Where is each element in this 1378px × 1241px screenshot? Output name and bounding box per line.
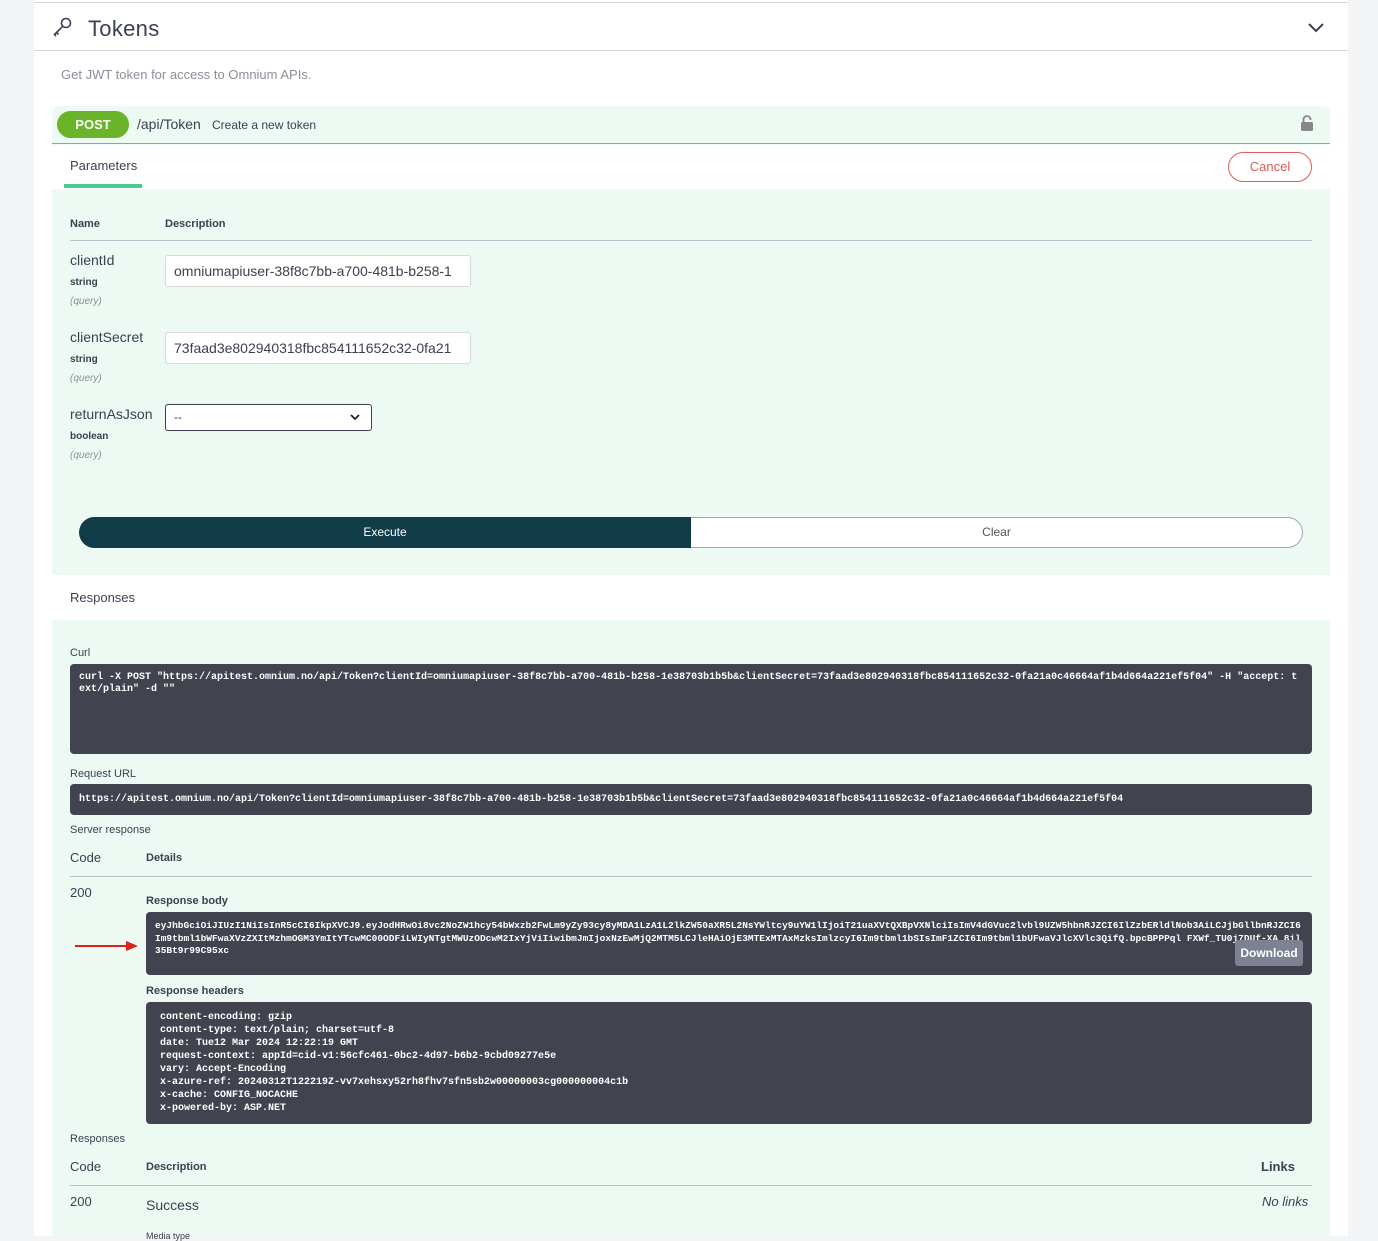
param-name-clientid: clientId [70,252,115,268]
server-details-header: Details [146,852,183,864]
responses-table-divider [70,1185,1312,1186]
response-headers[interactable]: content-encoding: gzip content-type: text… [146,1002,1312,1124]
header-line: vary: Accept-Encoding [160,1064,287,1075]
server-table-divider [70,876,1312,877]
header-line: x-powered-by: ASP.NET [160,1103,287,1114]
media-type-label: Media type [146,1231,191,1241]
chevron-down-icon[interactable] [1306,17,1326,37]
operation-block: POST /api/Token Create a new token Param… [52,106,1330,1241]
param-name-clientsecret: clientSecret [70,329,144,345]
clear-button[interactable]: Clear [691,517,1303,548]
responses-header: Responses [52,575,1330,620]
header-line: date: Tue12 Mar 2024 12:22:19 GMT [160,1038,359,1049]
cancel-button[interactable]: Cancel [1228,152,1312,182]
request-url[interactable]: https://apitest.omnium.no/api/Token?clie… [70,784,1312,815]
operation-path: /api/Token [137,116,201,132]
param-location: (query) [70,450,102,461]
header-line: x-cache: CONFIG_NOCACHE [160,1090,299,1101]
active-tab-indicator [64,184,142,188]
param-type: boolean [70,431,109,442]
param-location: (query) [70,296,102,307]
tag-description: Get JWT token for access to Omnium APIs. [61,67,312,82]
operation-summary[interactable]: POST /api/Token Create a new token [52,106,1330,144]
download-button[interactable]: Download [1235,940,1303,966]
tag-section-header[interactable]: Tokens [34,2,1348,51]
red-arrow-annotation [75,941,138,951]
param-type: string [70,277,98,288]
clientid-input[interactable]: omniumapiuser-38f8c7bb-a700-481b-b258-1 [165,255,471,287]
responses-links-header: Links [1261,1159,1295,1174]
response-links: No links [1262,1194,1309,1209]
response-body-label: Response body [146,895,228,907]
key-icon [53,17,72,37]
response-code: 200 [70,1194,92,1209]
header-line: x-azure-ref: 20240312T122219Z-vv7xehsxy5… [160,1077,629,1088]
response-body[interactable]: eyJhbGciOiJIUzI1NiIsInR5cCI6IkpXVCJ9.eyJ… [146,912,1312,975]
param-type: string [70,354,98,365]
curl-command[interactable]: curl -X POST "https://apitest.omnium.no/… [70,664,1312,754]
responses-code-header: Code [70,1159,102,1174]
request-url-label: Request URL [70,768,137,780]
header-divider [70,240,1312,241]
server-response-code: 200 [70,885,92,900]
returnasjson-select[interactable]: -- [165,404,372,431]
param-name-returnasjson: returnAsJson [70,406,153,422]
param-description-header: Description [165,218,226,230]
header-line: content-type: text/plain; charset=utf-8 [160,1025,395,1036]
method-badge: POST [57,111,129,138]
tag-title: Tokens [88,16,160,41]
operation-description: Create a new token [212,118,317,132]
chevron-down-icon [350,414,360,421]
execute-button-row: Execute Clear [79,517,1303,548]
page: Tokens Get JWT token for access to Omniu… [34,0,1348,1241]
param-name-header: Name [70,218,100,230]
header-line: request-context: appId=cid-v1:56cfc461-0… [160,1051,557,1062]
response-description: Success [146,1197,199,1213]
parameter-tabs: Parameters Cancel [52,145,1330,189]
responses-title: Responses [70,590,136,605]
server-code-header: Code [70,850,102,865]
curl-label: Curl [70,647,91,659]
lock-icon[interactable] [1300,114,1314,132]
response-headers-label: Response headers [146,985,244,997]
select-value: -- [174,410,182,424]
clientsecret-input[interactable]: 73faad3e802940318fbc854111652c32-0fa21 [165,332,471,364]
param-location: (query) [70,373,102,384]
documented-responses-label: Responses [70,1133,126,1145]
tab-parameters[interactable]: Parameters [70,158,137,173]
header-line: content-encoding: gzip [160,1012,293,1023]
execute-button[interactable]: Execute [79,517,691,548]
server-response-label: Server response [70,824,151,836]
responses-description-header: Description [146,1161,207,1173]
